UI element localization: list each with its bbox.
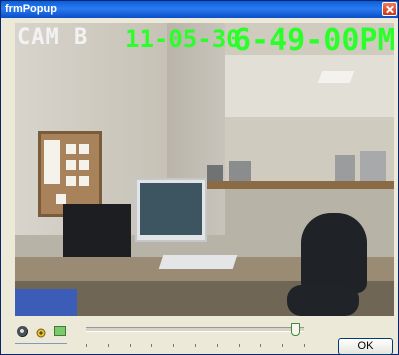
camera-video-feed[interactable]: CAM B 11-05-30 6-49-00PM xyxy=(15,23,394,316)
snapshot-icon[interactable] xyxy=(35,326,46,338)
slider-tick xyxy=(238,344,240,347)
keyboard xyxy=(158,255,238,269)
close-icon[interactable] xyxy=(382,2,397,16)
slider-tick xyxy=(260,344,262,347)
camera-label: CAM B xyxy=(17,25,89,50)
volume-slider[interactable] xyxy=(86,327,304,332)
office-chair xyxy=(301,213,367,293)
date-overlay: 11-05-30 xyxy=(125,25,241,53)
slider-tick xyxy=(304,344,305,347)
popup-window: frmPopup CAM B 11-05-30 6-49-00PM OK xyxy=(0,0,399,355)
title-bar[interactable]: frmPopup xyxy=(1,1,398,18)
ok-button[interactable]: OK xyxy=(338,338,393,355)
record-icon[interactable] xyxy=(54,326,66,336)
slider-tick xyxy=(86,344,87,347)
slider-tick xyxy=(107,344,109,347)
slider-thumb[interactable] xyxy=(291,323,301,336)
time-overlay: 6-49-00PM xyxy=(233,23,394,58)
monitor xyxy=(135,178,207,242)
slider-tick xyxy=(216,344,218,347)
slider-tick xyxy=(282,344,284,347)
slider-tick xyxy=(195,344,196,347)
speaker-icon[interactable] xyxy=(17,326,28,337)
slider-tick xyxy=(129,344,131,347)
window-title: frmPopup xyxy=(5,3,57,15)
slider-tick xyxy=(173,344,175,347)
slider-tick xyxy=(151,344,153,347)
